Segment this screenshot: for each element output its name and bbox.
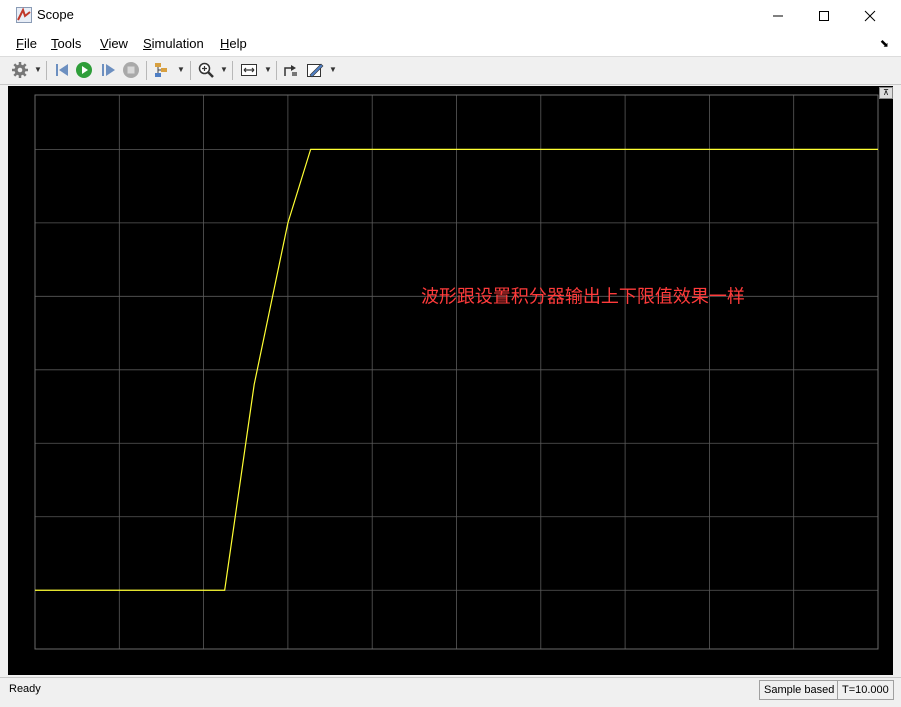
status-ready-text: Ready bbox=[9, 683, 41, 695]
y-tick-label: 0.75 bbox=[10, 218, 31, 230]
x-tick-label: 6 bbox=[538, 657, 544, 669]
x-tick-label: 10 bbox=[872, 657, 884, 669]
x-tick-label: 8 bbox=[706, 657, 712, 669]
scope-plot: 0.5 0.55 0.6 0.65 0.7 0.75 0.8 0 1 2 3 4 5 6 7 8 9 10 波形… bbox=[10, 94, 884, 669]
y-tick-label: 0.55 bbox=[10, 512, 31, 524]
y-tick-label: 0.65 bbox=[10, 365, 31, 377]
x-tick-label: 7 bbox=[622, 657, 628, 669]
x-tick-label: 1 bbox=[116, 657, 122, 669]
sample-mode-indicator: Sample based bbox=[759, 680, 840, 700]
x-tick-label: 0 bbox=[32, 657, 38, 669]
x-tick-label: 5 bbox=[453, 657, 459, 669]
sim-time-indicator: T=10.000 bbox=[837, 680, 894, 700]
y-tick-label: 0.5 bbox=[16, 585, 31, 597]
status-bar: Ready Sample based T=10.000 bbox=[0, 677, 901, 707]
annotation-label: 波形跟设置积分器输出上下限值效果一样 bbox=[421, 286, 745, 307]
y-tick-labels: 0.5 0.55 0.6 0.65 0.7 0.75 0.8 bbox=[10, 144, 31, 597]
x-tick-label: 4 bbox=[369, 657, 375, 669]
y-tick-label: 0.6 bbox=[16, 438, 31, 450]
y-tick-label: 0.7 bbox=[16, 291, 31, 303]
x-tick-label: 2 bbox=[201, 657, 207, 669]
x-tick-label: 9 bbox=[791, 657, 797, 669]
x-tick-labels: 0 1 2 3 4 5 6 7 8 9 10 bbox=[32, 657, 884, 669]
x-tick-label: 3 bbox=[285, 657, 291, 669]
grid-lines bbox=[35, 95, 878, 649]
y-tick-label: 0.8 bbox=[16, 144, 31, 156]
